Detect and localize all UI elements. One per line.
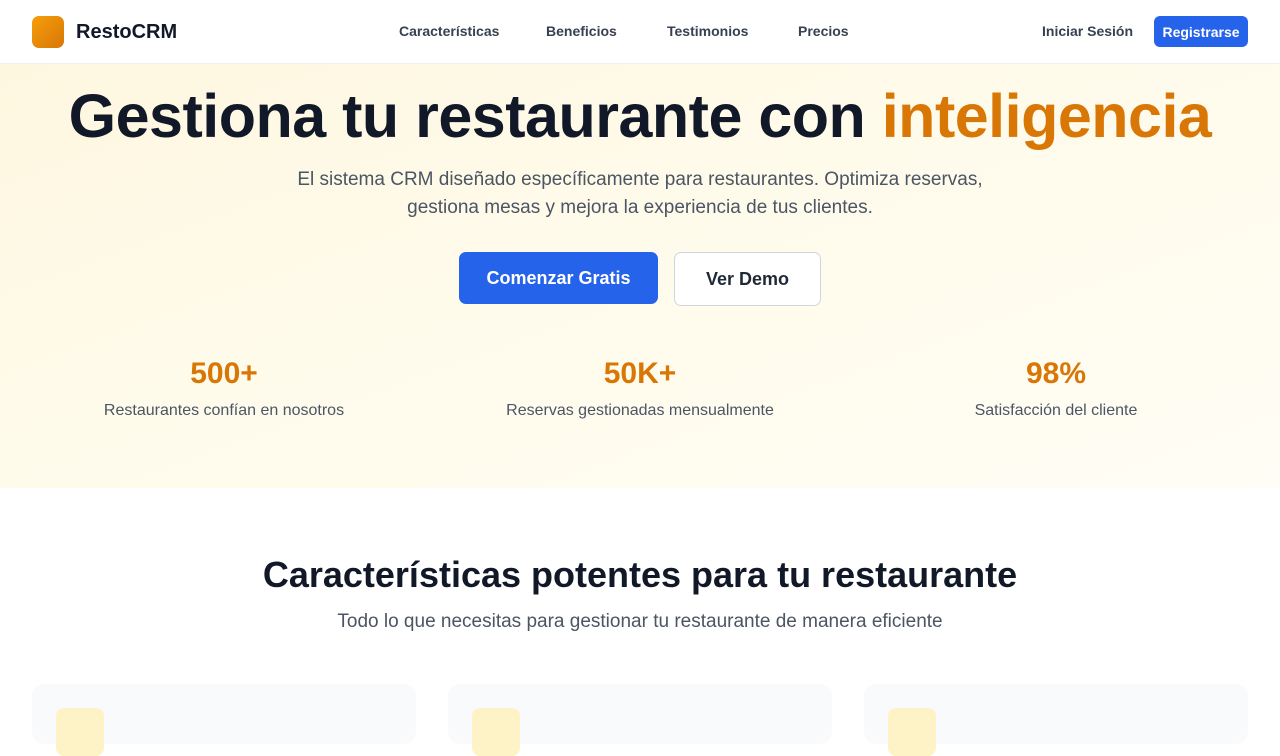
signup-button[interactable]: Registrarse (1154, 16, 1248, 47)
brand-name: RestoCRM (76, 20, 178, 43)
stat-label: Reservas gestionadas mensualmente (506, 402, 774, 419)
brand[interactable]: RestoCRM (32, 16, 177, 48)
nav-link-caracteristicas[interactable]: Características (399, 23, 499, 39)
stat-value: 98% (1025, 357, 1087, 390)
feature-icon (56, 708, 104, 756)
feature-card (448, 684, 832, 756)
nav-link-beneficios[interactable]: Beneficios (546, 23, 617, 39)
features-subtitle: Todo lo que necesitas para gestionar tu … (337, 611, 943, 632)
hero-title-main: Gestiona tu restaurante con (68, 82, 882, 150)
hero-subtitle: El sistema CRM diseñado específicamente … (297, 169, 983, 218)
logo-icon (32, 16, 64, 48)
feature-icon (888, 708, 936, 756)
feature-card (32, 684, 416, 756)
stat-value: 500+ (190, 357, 258, 390)
navbar: RestoCRM Características Beneficios Test… (0, 0, 1280, 64)
start-free-button[interactable]: Comenzar Gratis (459, 252, 658, 304)
feature-card (864, 684, 1248, 756)
hero-title-accent: inteligencia (881, 82, 1212, 150)
hero-title: Gestiona tu restaurante con inteligencia (0, 81, 1280, 151)
view-demo-button[interactable]: Ver Demo (674, 252, 821, 306)
feature-icon (472, 708, 520, 756)
hero-section: Gestiona tu restaurante con inteligencia… (0, 64, 1280, 488)
stat-label: Restaurantes confían en nosotros (103, 402, 345, 419)
stat-restaurants: 500+ Restaurantes confían en nosotros (16, 356, 432, 420)
stat-value: 50K+ (603, 357, 677, 390)
stat-reservations: 50K+ Reservas gestionadas mensualmente (432, 356, 848, 420)
features-title: Características potentes para tu restaur… (262, 554, 1018, 595)
nav-link-precios[interactable]: Precios (798, 23, 849, 39)
stat-satisfaction: 98% Satisfacción del cliente (848, 356, 1264, 420)
nav-link-testimonios[interactable]: Testimonios (667, 23, 748, 39)
login-link[interactable]: Iniciar Sesión (1042, 23, 1133, 39)
stat-label: Satisfacción del cliente (974, 402, 1138, 419)
